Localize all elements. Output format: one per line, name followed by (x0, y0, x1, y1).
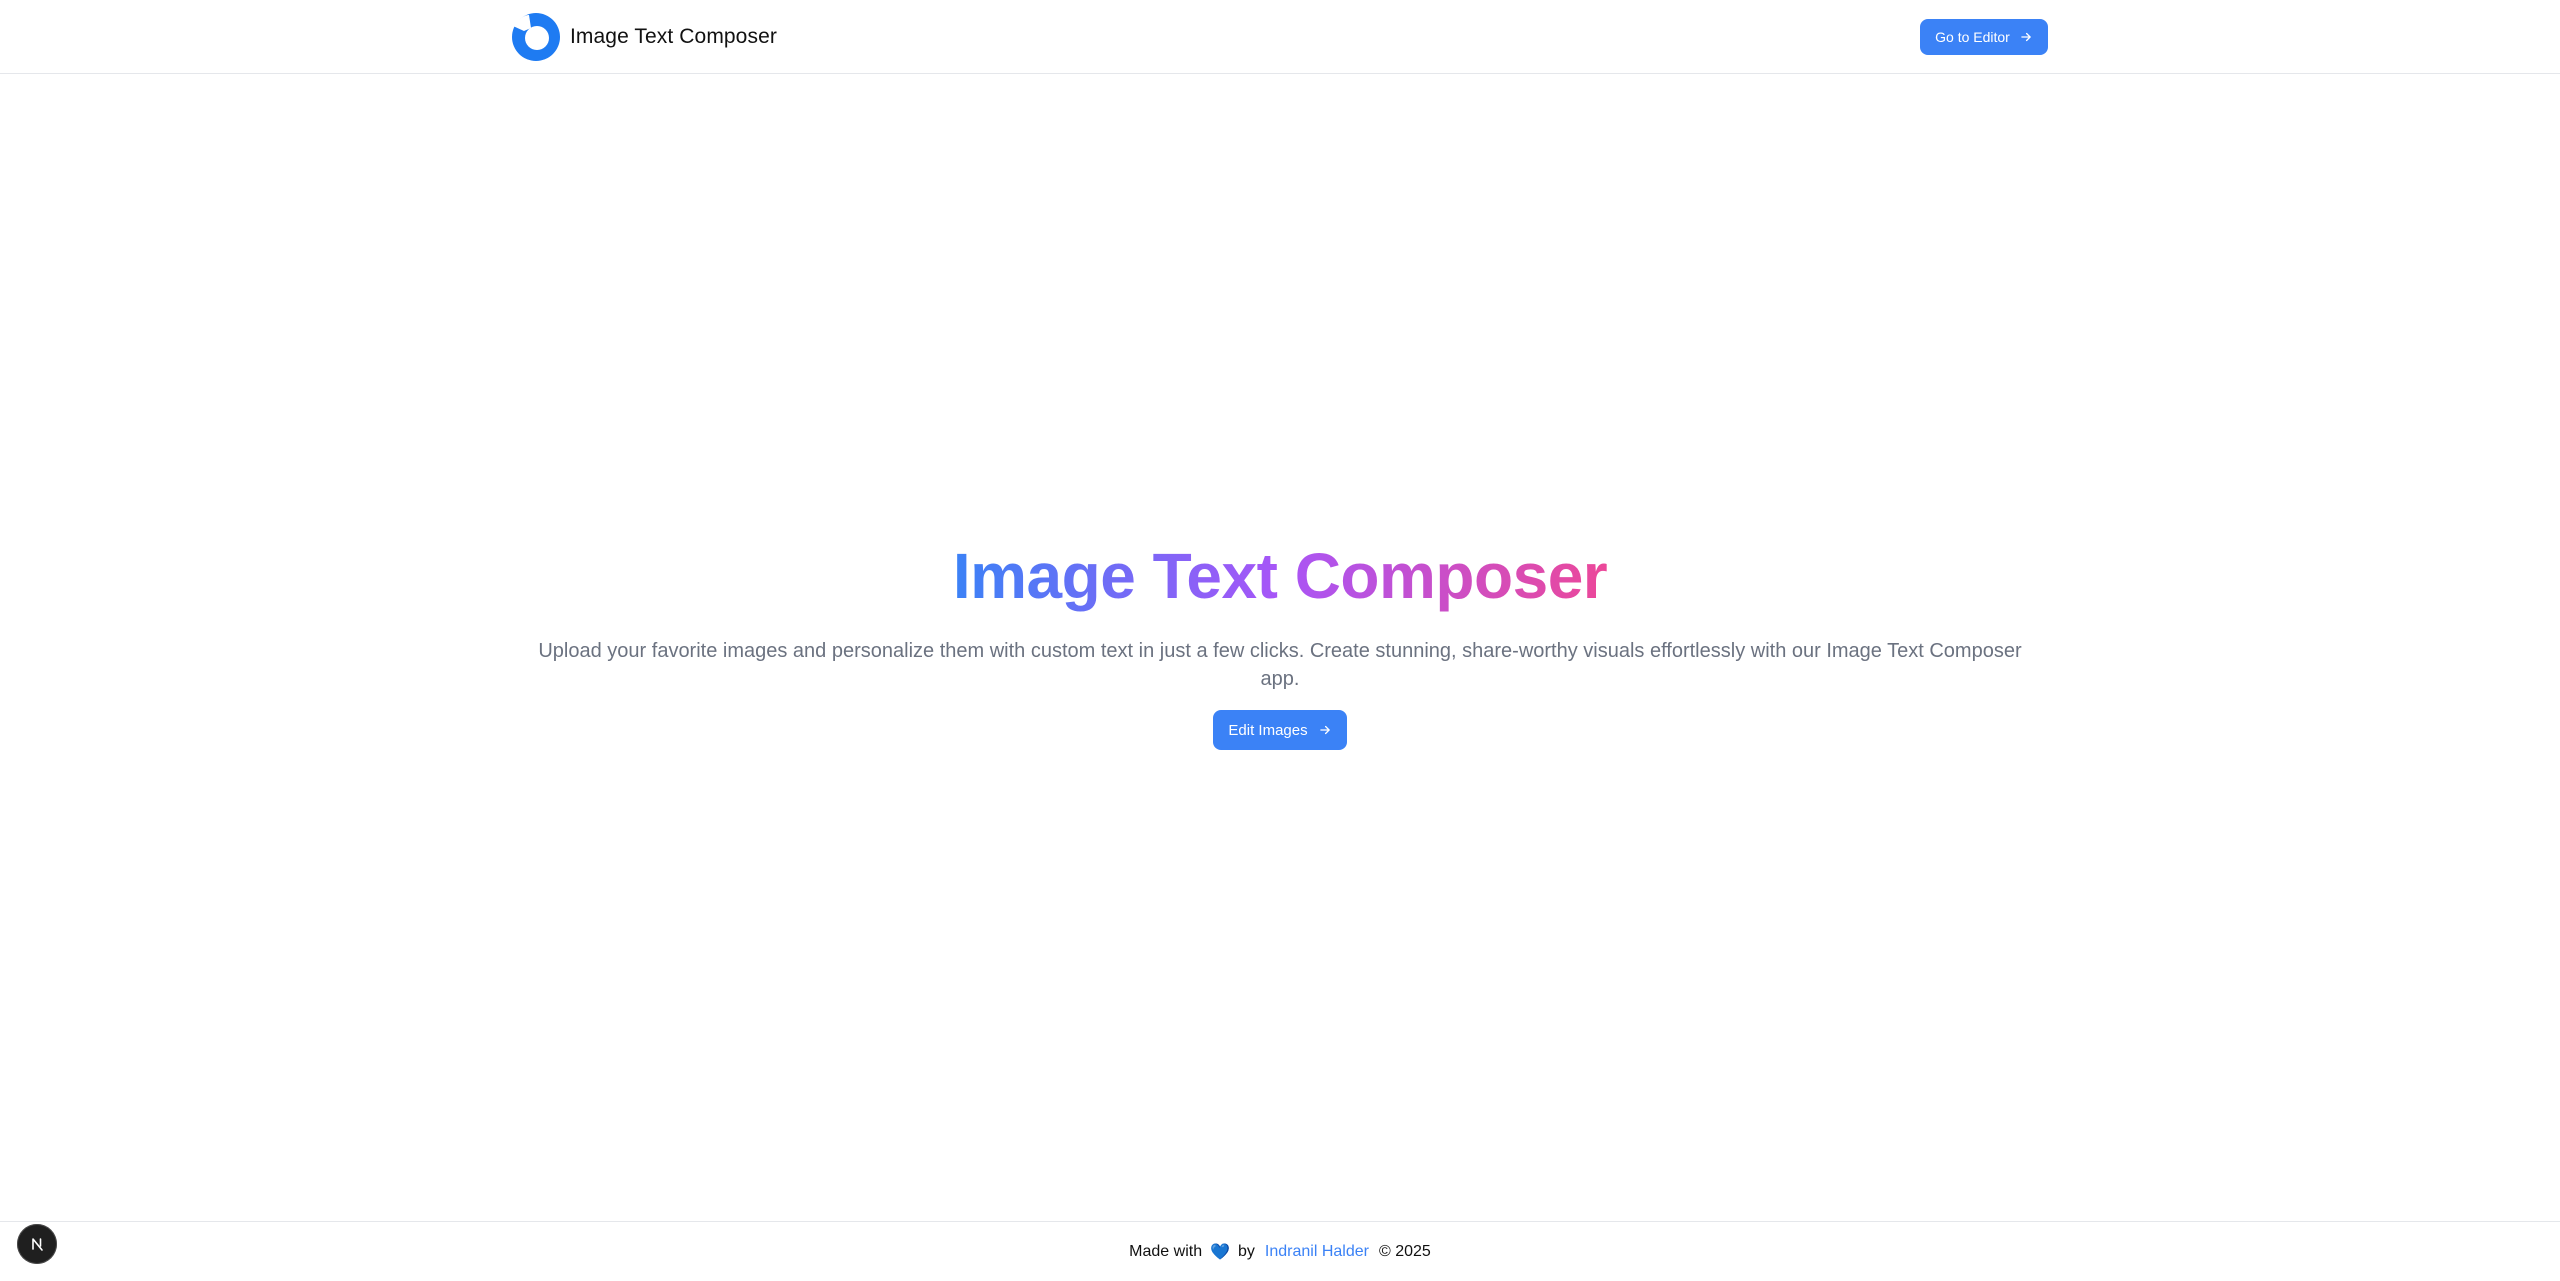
hero-title: Image Text Composer (0, 536, 2560, 616)
landing-page: Image Text Composer Go to Editor Image T… (0, 0, 2560, 1281)
footer-copyright: © 2025 (1378, 1242, 1431, 1260)
go-to-editor-label: Go to Editor (1935, 29, 2010, 45)
brand-link[interactable]: Image Text Composer (511, 12, 777, 62)
go-to-editor-button[interactable]: Go to Editor (1920, 19, 2048, 55)
brand-title: Image Text Composer (570, 25, 777, 48)
footer-by: by (1238, 1242, 1255, 1260)
nextjs-dev-indicator[interactable] (17, 1224, 57, 1264)
arrow-right-icon (2021, 32, 2031, 42)
edit-images-label: Edit Images (1228, 721, 1308, 739)
site-footer: Made with 💙 by Indranil Halder © 2025 (0, 1221, 2560, 1281)
footer-made-with: Made with (1129, 1242, 1203, 1260)
arrow-right-icon (1319, 725, 1330, 735)
brand-logo-icon (512, 13, 560, 61)
author-link[interactable]: Indranil Halder (1265, 1243, 1369, 1261)
nextjs-icon (32, 1238, 43, 1251)
blue-heart-icon: 💙 (1210, 1243, 1231, 1261)
hero-title-text: Image Text Composer (952, 540, 1608, 612)
site-header: Image Text Composer Go to Editor (0, 0, 2560, 74)
hero-description: Upload your favorite images and personal… (538, 640, 2022, 690)
edit-images-button[interactable]: Edit Images (1213, 710, 1347, 750)
